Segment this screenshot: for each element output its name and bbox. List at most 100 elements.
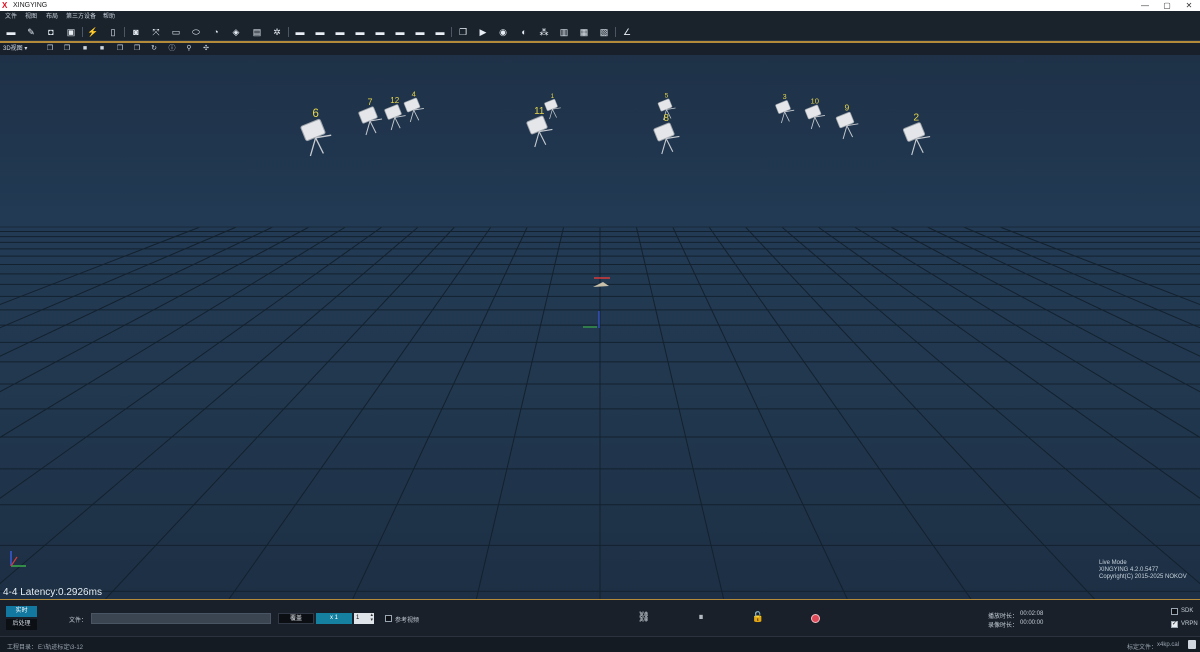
document-icon[interactable]: ▧	[598, 26, 610, 38]
camera-11[interactable]: 11	[526, 106, 553, 148]
version-label: XINGYING 4.2.0.5477	[1099, 567, 1159, 573]
bar-chart-icon[interactable]: ▥	[558, 26, 570, 38]
minimize-button[interactable]: —	[1134, 0, 1156, 11]
view-select[interactable]: 3D视图 ▾	[3, 45, 39, 53]
tripod-leg	[781, 111, 785, 124]
layers-icon[interactable]: ◈	[230, 26, 242, 38]
screen-icon[interactable]: ▬	[334, 26, 346, 38]
edit-icon[interactable]: ✎	[25, 26, 37, 38]
tripod-leg	[911, 138, 917, 156]
screen-icon[interactable]: ▬	[394, 26, 406, 38]
grid-line	[672, 226, 848, 599]
tripod-leg	[784, 111, 790, 122]
status-bar: 工程目录： E:\轨迹标定\3-12 标定文件： x4kp.cal	[0, 636, 1200, 652]
camera-body	[653, 122, 675, 142]
camera-label: 12	[390, 96, 400, 105]
file-path-input[interactable]	[91, 613, 271, 624]
copy-icon[interactable]: ❐	[457, 26, 469, 38]
camera-door-icon[interactable]: ▯	[107, 26, 119, 38]
screen-icon[interactable]: ▬	[434, 26, 446, 38]
view-top-icon[interactable]: ❒	[116, 45, 124, 53]
menu-third-party[interactable]: 第三方设备	[66, 13, 96, 21]
close-button[interactable]: ✕	[1178, 0, 1200, 11]
menu-layout[interactable]: 布局	[46, 13, 58, 21]
post-process-button[interactable]: 后处理	[6, 619, 37, 630]
frame-stepper[interactable]: 1 ▴ ▾	[354, 613, 374, 624]
grid-line	[0, 226, 346, 438]
sdk-checkbox[interactable]	[1171, 608, 1178, 615]
ref-video-checkbox[interactable]	[385, 615, 392, 622]
realtime-button[interactable]: 实时	[6, 606, 37, 617]
camera-8[interactable]: 8	[653, 113, 680, 155]
node-graph-icon[interactable]: ⁂	[538, 26, 550, 38]
ellipse-icon[interactable]: ⬭	[190, 26, 202, 38]
camera-4[interactable]: 4	[403, 90, 424, 123]
screen-icon[interactable]: ▬	[414, 26, 426, 38]
menu-view[interactable]: 视图	[25, 13, 37, 21]
folder-open-icon[interactable]: ▬	[5, 26, 17, 38]
camera-6[interactable]: 6	[300, 107, 332, 157]
screen-icon[interactable]: ▬	[374, 26, 386, 38]
person-icon[interactable]: ⚲	[185, 45, 193, 53]
screen-icon[interactable]: ▬	[354, 26, 366, 38]
toolbar-separator	[451, 27, 452, 37]
view-bottom-icon[interactable]: ❒	[133, 45, 141, 53]
camera-7[interactable]: 7	[358, 97, 383, 136]
device-icon[interactable]: ◘	[45, 26, 57, 38]
camera-10[interactable]: 10	[804, 97, 825, 130]
overwrite-button[interactable]: 覆盖	[278, 613, 314, 624]
video-icon[interactable]: ▶	[477, 26, 489, 38]
stepper-down-icon[interactable]: ▾	[370, 618, 373, 623]
grid-line	[0, 226, 237, 329]
grid-line	[781, 226, 1200, 585]
bar-icon[interactable]: ▭	[170, 26, 182, 38]
menu-help[interactable]: 帮助	[103, 13, 115, 21]
gauge-icon[interactable]: ◐	[518, 26, 530, 38]
expand-icon[interactable]: ⤧	[150, 26, 162, 38]
screen-icon[interactable]: ▬	[314, 26, 326, 38]
camera-label: 2	[913, 113, 919, 124]
link-icon[interactable]: ⛓	[637, 611, 651, 625]
project-dir-path: E:\轨迹标定\3-12	[38, 645, 84, 651]
view-left-icon[interactable]: ■	[81, 45, 89, 53]
reset-view-icon[interactable]: ↻	[150, 45, 158, 53]
live-info: Live Mode XINGYING 4.2.0.5477 Copyright(…	[1099, 560, 1187, 581]
file-label: 文件：	[69, 618, 88, 624]
disc-icon[interactable]: ◉	[497, 26, 509, 38]
camera-2[interactable]: 2	[902, 113, 931, 156]
tripod-leg	[665, 138, 674, 153]
document-icon[interactable]	[1188, 640, 1196, 649]
3d-viewport[interactable]: 6 7 12 4 11 1 5 8 3 10 9 2 4-4 Latency:0.2926ms Liv…	[0, 55, 1200, 599]
view-back-icon[interactable]: ❒	[63, 45, 71, 53]
axis-icon[interactable]: ∠	[621, 26, 633, 38]
menu-file[interactable]: 文件	[5, 13, 17, 21]
camera-12[interactable]: 12	[384, 96, 406, 131]
view-front-icon[interactable]: ❒	[46, 45, 54, 53]
camera-9[interactable]: 9	[835, 103, 859, 140]
vrpn-label: VRPN	[1181, 621, 1198, 627]
tool-icon[interactable]: ✣	[202, 45, 210, 53]
camera-body	[804, 104, 822, 120]
monitor-icon[interactable]: ▤	[251, 26, 263, 38]
screen-icon[interactable]: ▬	[294, 26, 306, 38]
settings-gear-icon[interactable]: ✲	[271, 26, 283, 38]
save-icon[interactable]: ▣	[65, 26, 77, 38]
info-icon[interactable]: ⓘ	[168, 45, 176, 53]
record-time-value: 00:00:00	[1020, 620, 1044, 626]
camera-1[interactable]: 1	[544, 93, 561, 120]
link-off-icon[interactable]: ⚡	[87, 26, 99, 38]
tripod-leg	[409, 109, 415, 123]
record-icon[interactable]	[811, 614, 820, 623]
vrpn-checkbox[interactable]	[1171, 620, 1178, 628]
tripod-leg	[394, 117, 401, 129]
camera-icon[interactable]: ◙	[130, 26, 142, 38]
pause-icon[interactable]: ⏸	[694, 611, 708, 625]
tile-icon[interactable]: ▦	[578, 26, 590, 38]
speed-button[interactable]: x 1	[316, 613, 352, 624]
unlock-icon[interactable]: 🔓	[751, 611, 765, 625]
maximize-button[interactable]: ▢	[1156, 0, 1178, 11]
camera-3[interactable]: 3	[775, 92, 795, 124]
refresh-circle-icon[interactable]: ◔	[210, 26, 222, 38]
tripod-leg	[534, 131, 540, 148]
view-right-icon[interactable]: ■	[98, 45, 106, 53]
